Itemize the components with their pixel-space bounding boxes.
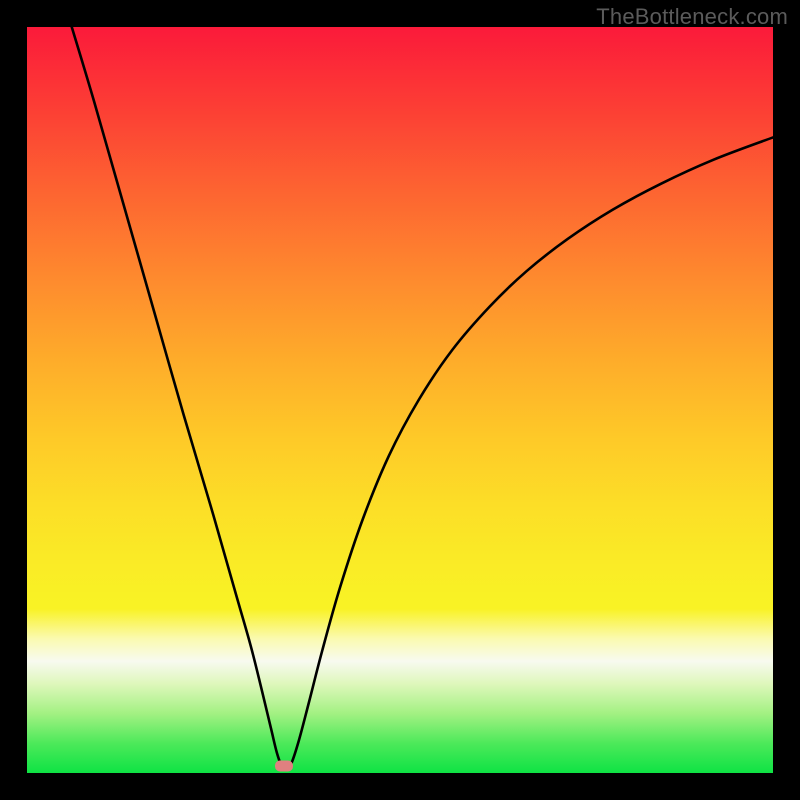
minimum-marker bbox=[275, 760, 293, 771]
bottleneck-curve bbox=[72, 27, 773, 770]
watermark-text: TheBottleneck.com bbox=[596, 4, 788, 30]
chart-svg bbox=[27, 27, 773, 773]
plot-area bbox=[27, 27, 773, 773]
chart-container: TheBottleneck.com bbox=[0, 0, 800, 800]
